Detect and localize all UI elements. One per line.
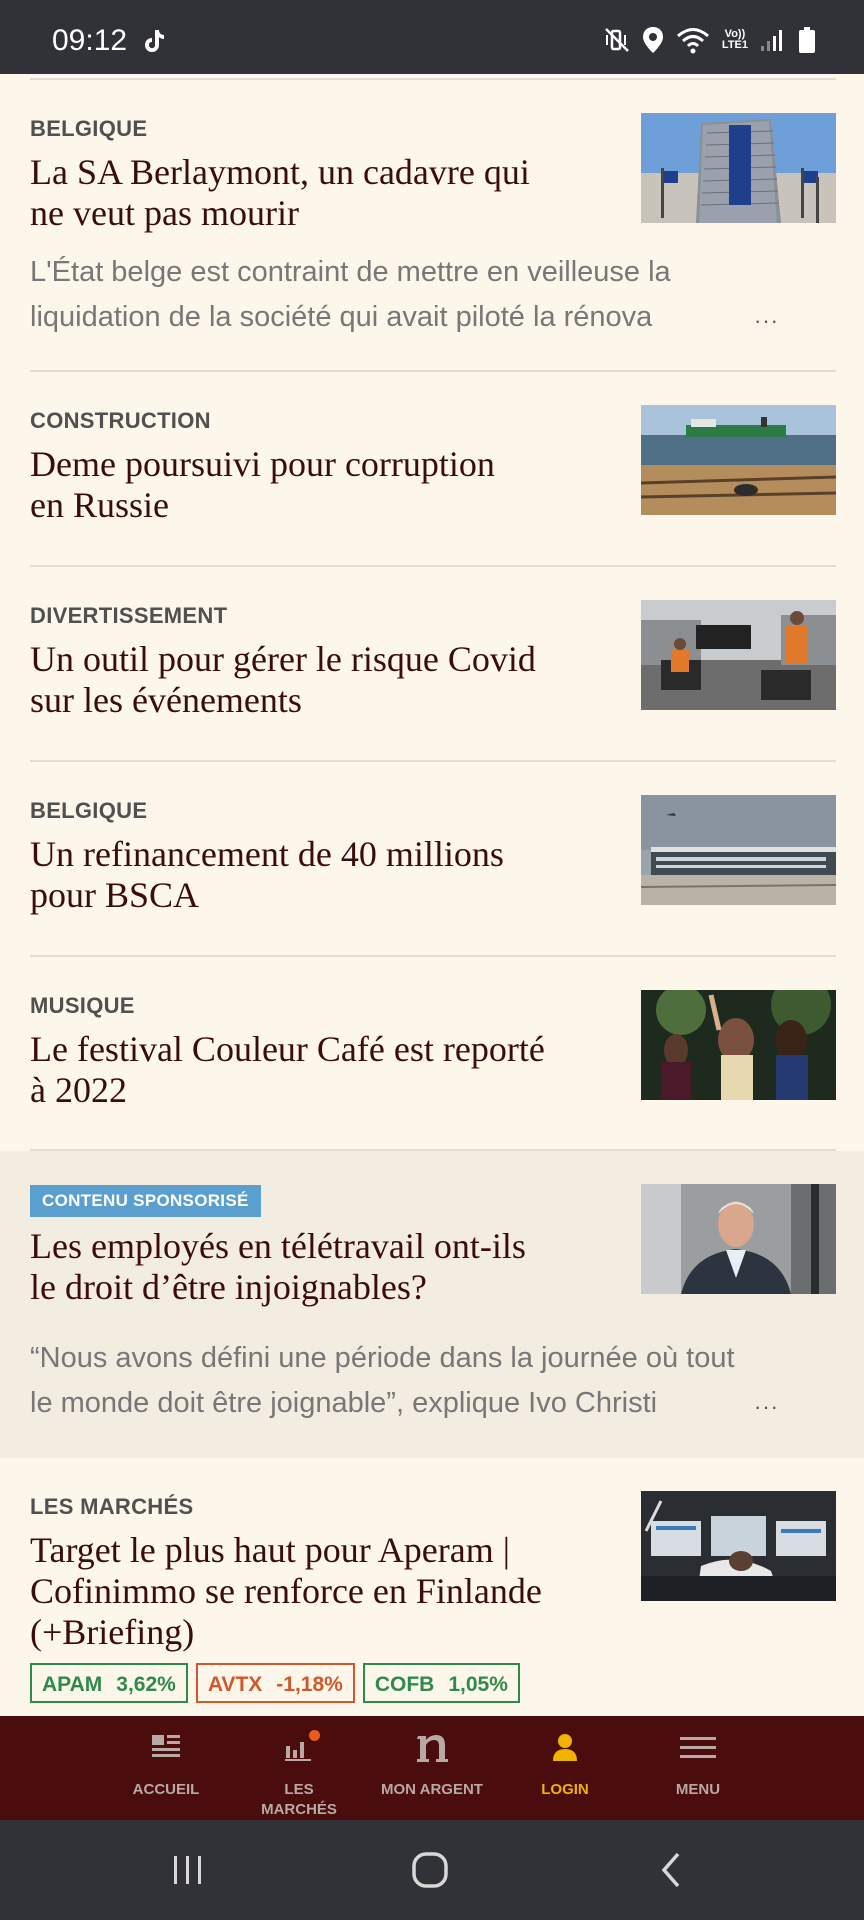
article-category: BELGIQUE (30, 116, 148, 141)
ticker-list: APAM 3,62% AVTX -1,18% COFB 1,05% (30, 1663, 520, 1703)
article-category: LES MARCHÉS (30, 1494, 194, 1519)
home-icon[interactable] (410, 1850, 450, 1890)
ticker-value: 1,05% (448, 1673, 508, 1696)
article-category: BELGIQUE (30, 798, 148, 823)
title-line: (+Briefing) (30, 1612, 195, 1652)
more-icon[interactable]: ··· (754, 308, 779, 334)
summary-line: L'État belge est contraint de mettre en … (30, 256, 671, 288)
tiktok-icon (145, 30, 164, 52)
notification-dot (309, 1730, 320, 1741)
event-workers-protest-image[interactable] (641, 600, 836, 710)
ticker-value: 3,62% (116, 1673, 176, 1696)
nav-label: MENU (675, 1781, 721, 1798)
title-line: sur les événements (30, 680, 302, 720)
article-title[interactable]: Target le plus haut pour Aperam | Cofini… (30, 1530, 630, 1653)
nav-label-line: MARCHÉS (261, 1801, 337, 1818)
article-category: DIVERTISSEMENT (30, 603, 228, 628)
article-title[interactable]: La SA Berlaymont, un cadavre qui ne veut… (30, 152, 630, 234)
dredging-ship-beach-image[interactable] (641, 405, 836, 515)
title-line: Deme poursuivi pour corruption (30, 444, 495, 484)
article-card[interactable]: BELGIQUE Un refinancement de 40 millions… (0, 762, 864, 957)
system-navigation-bar (0, 1820, 864, 1920)
ticker-symbol: COFB (374, 1673, 435, 1696)
festival-crowd-image[interactable] (641, 990, 836, 1100)
article-card[interactable]: DIVERTISSEMENT Un outil pour gérer le ri… (0, 567, 864, 762)
nav-item-accueil[interactable]: ACCUEIL (101, 1716, 231, 1820)
ticker-chip[interactable]: COFB 1,05% (362, 1663, 520, 1703)
summary-line: le monde doit être joignable”, explique … (30, 1387, 658, 1419)
summary-line: “Nous avons défini une période dans la j… (30, 1342, 735, 1374)
airport-terminal-image[interactable] (641, 795, 836, 905)
title-line: à 2022 (30, 1070, 127, 1110)
ticker-chip[interactable]: APAM 3,62% (30, 1663, 188, 1703)
title-line: Les employés en télétravail ont-ils (30, 1226, 526, 1266)
ticker-symbol: AVTX (207, 1673, 263, 1696)
wifi-icon (676, 28, 709, 54)
article-card[interactable]: MUSIQUE Le festival Couleur Café est rep… (0, 957, 864, 1151)
newspaper-icon (152, 1735, 180, 1757)
title-line: La SA Berlaymont, un cadavre qui (30, 152, 530, 192)
mute-vibrate-icon (605, 28, 629, 52)
title-line: Un outil pour gérer le risque Covid (30, 639, 536, 679)
businessman-portrait-image[interactable] (641, 1184, 836, 1294)
nav-label: ACCUEIL (132, 1781, 200, 1798)
title-line: ne veut pas mourir (30, 193, 299, 233)
title-line: Target le plus haut pour Aperam | (30, 1530, 510, 1570)
article-title[interactable]: Deme poursuivi pour corruption en Russie (30, 444, 630, 526)
ticker-value: -1,18% (276, 1673, 343, 1696)
lte-icon: Vo)) LTE1 (721, 28, 748, 51)
article-summary: L'État belge est contraint de mettre en … (30, 250, 750, 340)
article-title[interactable]: Les employés en télétravail ont-ils le d… (30, 1226, 630, 1308)
signal-icon (761, 30, 782, 51)
title-line: en Russie (30, 485, 169, 525)
recent-apps-icon[interactable] (170, 1850, 206, 1890)
nav-item-login[interactable]: LOGIN (500, 1716, 630, 1820)
title-line: Un refinancement de 40 millions (30, 834, 504, 874)
summary-line: liquidation de la société qui avait pilo… (30, 301, 653, 333)
sponsored-badge: CONTENU SPONSORISÉ (30, 1185, 261, 1217)
n-logo-icon (417, 1735, 448, 1762)
ticker-symbol: APAM (42, 1673, 103, 1696)
article-category: CONSTRUCTION (30, 408, 211, 433)
location-icon (642, 27, 663, 53)
title-line: pour BSCA (30, 875, 200, 915)
nav-item-les-marches[interactable]: LES MARCHÉS (234, 1716, 364, 1820)
article-title[interactable]: Un refinancement de 40 millions pour BSC… (30, 834, 630, 916)
status-time: 09:12 (52, 24, 128, 57)
title-line: le droit d’être injoignables? (30, 1267, 427, 1307)
more-icon[interactable]: ··· (754, 1394, 779, 1420)
title-line: Cofinimmo se renforce en Finlande (30, 1571, 542, 1611)
nav-label: LOGIN (541, 1781, 589, 1798)
article-title[interactable]: Le festival Couleur Café est reporté à 2… (30, 1029, 630, 1111)
article-summary: “Nous avons défini une période dans la j… (30, 1336, 830, 1426)
title-line: Le festival Couleur Café est reporté (30, 1029, 545, 1069)
battery-icon (799, 27, 815, 53)
status-bar: 09:12 Vo)) LTE1 (0, 0, 864, 74)
article-card[interactable]: BELGIQUE La SA Berlaymont, un cadavre qu… (0, 80, 864, 372)
hamburger-icon (680, 1737, 716, 1758)
back-icon[interactable] (656, 1850, 686, 1890)
nav-item-menu[interactable]: MENU (633, 1716, 763, 1820)
ticker-chip[interactable]: AVTX -1,18% (195, 1663, 355, 1703)
berlaymont-building-image[interactable] (641, 113, 836, 223)
bottom-navigation: ACCUEIL LES MARCHÉS MON ARGENT LOGIN MEN… (0, 1716, 864, 1820)
article-category: MUSIQUE (30, 993, 135, 1018)
nav-item-mon-argent[interactable]: MON ARGENT (367, 1716, 497, 1820)
nav-label-line: LES (284, 1781, 314, 1798)
article-title[interactable]: Un outil pour gérer le risque Covid sur … (30, 639, 630, 721)
user-icon (553, 1734, 577, 1761)
nav-label: LES MARCHÉS (234, 1780, 364, 1820)
article-card[interactable]: CONSTRUCTION Deme poursuivi pour corrupt… (0, 372, 864, 567)
trading-floor-image[interactable] (641, 1491, 836, 1601)
nav-label: MON ARGENT (381, 1781, 483, 1798)
